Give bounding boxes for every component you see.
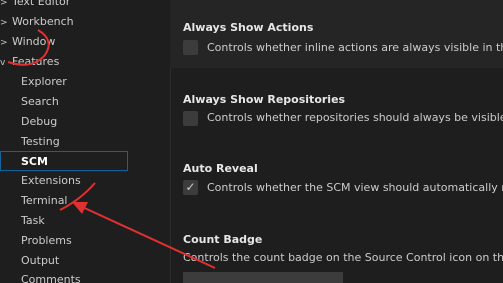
tree-item-output[interactable]: Output (21, 251, 59, 271)
tree-item-scm[interactable]: SCM (0, 151, 128, 171)
settings-tree: > Text Editor > Workbench > Window v Feature… (0, 0, 170, 283)
setting-description: Controls whether repositories should alw… (207, 111, 503, 124)
settings-panel: Always Show Actions Controls whether inl… (170, 0, 503, 283)
checkbox-checked[interactable]: ✓ (183, 180, 198, 195)
count-badge-dropdown[interactable] (183, 272, 343, 283)
tree-item-problems[interactable]: Problems (21, 231, 72, 251)
tree-item-extensions[interactable]: Extensions (21, 171, 81, 191)
check-icon: ✓ (185, 180, 196, 194)
tree-item-features[interactable]: v Features (0, 52, 59, 72)
setting-auto-reveal: Auto Reveal ✓ Controls whether the SCM v… (170, 146, 503, 214)
chevron-right-icon: > (0, 38, 8, 48)
tree-item-terminal[interactable]: Terminal (21, 191, 68, 211)
tree-item-debug[interactable]: Debug (21, 112, 57, 132)
tree-item-explorer[interactable]: Explorer (21, 72, 67, 92)
tree-item-testing[interactable]: Testing (21, 132, 60, 152)
chevron-right-icon: > (0, 18, 8, 28)
tree-item-text-editor[interactable]: > Text Editor (0, 0, 70, 12)
checkbox[interactable] (183, 111, 198, 126)
setting-title: Always Show Repositories (183, 93, 346, 106)
tree-item-search[interactable]: Search (21, 92, 59, 112)
setting-description: Controls the count badge on the Source C… (183, 251, 503, 264)
tree-item-task[interactable]: Task (21, 211, 45, 231)
setting-title: Count Badge (183, 233, 263, 246)
setting-title: Auto Reveal (183, 162, 258, 175)
tree-item-comments[interactable]: Comments (21, 270, 81, 283)
tree-item-window[interactable]: > Window (0, 32, 55, 52)
chevron-down-icon: v (0, 58, 6, 68)
setting-description: Controls whether inline actions are alwa… (207, 41, 503, 54)
tree-item-label: Text Editor (12, 0, 71, 8)
setting-description: Controls whether the SCM view should aut… (207, 181, 503, 194)
tree-item-label: Workbench (12, 15, 74, 28)
tree-item-label: Window (12, 35, 56, 48)
tree-item-label: Features (12, 55, 60, 68)
checkbox[interactable] (183, 40, 198, 55)
setting-title: Always Show Actions (183, 21, 314, 34)
setting-always-show-repositories: Always Show Repositories Controls whethe… (170, 78, 503, 146)
tree-item-workbench[interactable]: > Workbench (0, 12, 74, 32)
setting-always-show-actions: Always Show Actions Controls whether inl… (170, 0, 503, 68)
